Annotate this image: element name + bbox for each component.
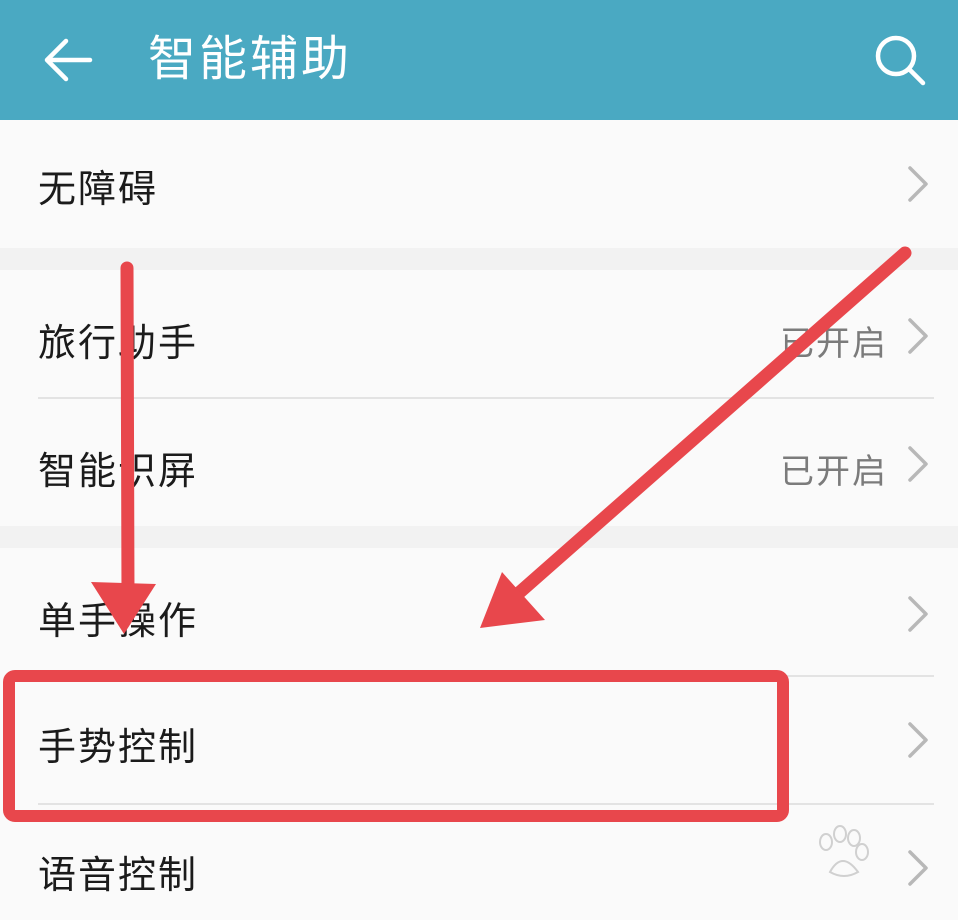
chevron-right-icon	[908, 722, 928, 758]
list-item-voice-control[interactable]: 语音控制	[0, 804, 958, 920]
item-label: 手势控制	[38, 725, 199, 769]
top-app-bar: 智能辅助	[0, 0, 958, 120]
chevron-right-icon	[908, 166, 928, 202]
chevron-right-icon	[908, 318, 928, 354]
settings-group-1: 无障碍	[0, 120, 958, 248]
item-label: 旅行助手	[38, 321, 199, 365]
settings-screen: 智能辅助 无障碍 旅行助手 已开启 智能识屏 已开启 单手操作 手势控制 语音控…	[0, 0, 958, 920]
item-label: 智能识屏	[38, 449, 199, 493]
search-button[interactable]	[862, 22, 938, 98]
item-label: 语音控制	[38, 853, 199, 897]
item-status: 已开启	[780, 324, 888, 364]
search-icon	[875, 35, 926, 86]
list-item-one-handed-mode[interactable]: 单手操作	[0, 548, 958, 676]
chevron-right-icon	[908, 596, 928, 632]
settings-group-2: 旅行助手 已开启 智能识屏 已开启	[0, 270, 958, 526]
list-item-accessibility[interactable]: 无障碍	[0, 120, 958, 248]
list-item-gesture-control[interactable]: 手势控制	[0, 676, 958, 804]
list-item-travel-assistant[interactable]: 旅行助手 已开启	[0, 270, 958, 398]
item-status: 已开启	[780, 452, 888, 492]
chevron-right-icon	[908, 446, 928, 482]
chevron-right-icon	[908, 850, 928, 886]
item-label: 单手操作	[38, 599, 199, 643]
back-button[interactable]	[30, 22, 106, 98]
item-label: 无障碍	[38, 167, 159, 211]
settings-group-3: 单手操作 手势控制 语音控制	[0, 548, 958, 920]
arrow-left-icon	[44, 38, 93, 82]
page-title: 智能辅助	[148, 31, 353, 87]
list-item-smart-screen-recognition[interactable]: 智能识屏 已开启	[0, 398, 958, 526]
